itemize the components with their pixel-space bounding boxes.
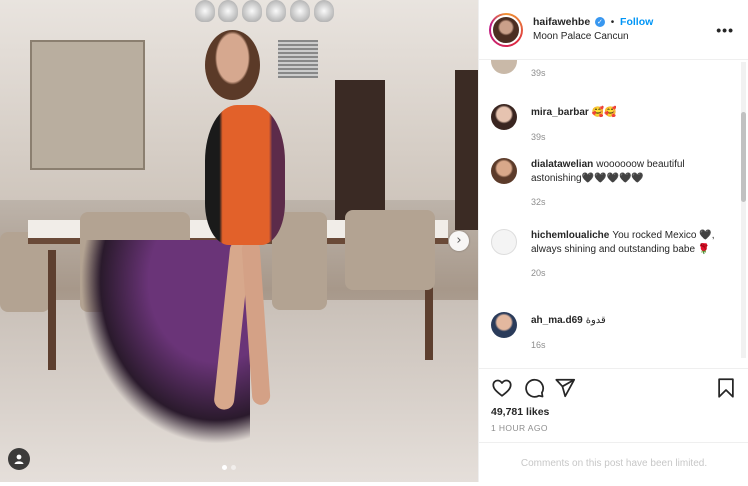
chandelier-light — [218, 0, 238, 22]
comment-body: 🥰🥰 — [591, 107, 617, 118]
bookmark-icon[interactable] — [715, 377, 737, 399]
post-actions: 49,781 likes 1 HOUR AGO Comments on this… — [479, 368, 748, 482]
chandelier-light — [266, 0, 286, 22]
avatar[interactable] — [491, 229, 517, 255]
list-item: mira_barbar 🥰🥰 39s — [491, 104, 731, 142]
carousel-indicator — [222, 465, 236, 470]
carousel-dot — [222, 465, 227, 470]
likes-count[interactable]: 49,781 likes — [491, 406, 549, 418]
comment-time: 16s — [531, 340, 546, 350]
comment-text: dialatawelian woooooow beautiful astonish… — [531, 158, 731, 186]
post-header: haifawehbe ✓ • Follow Moon Palace Cancun… — [479, 0, 748, 60]
author-avatar-ring[interactable] — [489, 12, 523, 47]
photo-door — [335, 80, 385, 220]
heart-icon[interactable] — [491, 377, 513, 399]
list-item: mirosabour✨✨✨ 39s — [491, 60, 731, 78]
chandelier-light — [314, 0, 334, 22]
comment-username[interactable]: hichemloualiche — [531, 230, 609, 241]
comment-text: mira_barbar 🥰🥰 — [531, 104, 731, 120]
post-photo[interactable]: › — [0, 0, 478, 482]
separator: • — [610, 17, 615, 28]
action-icons — [491, 377, 737, 399]
share-icon[interactable] — [554, 377, 576, 399]
avatar[interactable] — [491, 104, 517, 130]
comment-text: ah_ma.d69 قدوة — [531, 312, 731, 328]
post-sidebar: haifawehbe ✓ • Follow Moon Palace Cancun… — [478, 0, 748, 482]
comments-limited-notice: Comments on this post have been limited. — [479, 442, 748, 483]
verified-badge-icon: ✓ — [594, 17, 605, 28]
comment-time: 39s — [531, 68, 546, 78]
comment-icon[interactable] — [523, 377, 545, 399]
chandelier-light — [195, 0, 215, 22]
chandelier-light — [290, 0, 310, 22]
avatar[interactable] — [491, 60, 517, 74]
photo-cabinet — [30, 40, 145, 170]
comment-username[interactable]: mira_barbar — [531, 107, 589, 118]
table-leg — [48, 250, 56, 370]
follow-button[interactable]: Follow — [620, 16, 653, 28]
comments-list[interactable]: mirosabour✨✨✨ 39s mira_barbar🥰🥰 39s dial… — [479, 60, 741, 368]
photo-figure-dress — [205, 105, 285, 245]
post-location[interactable]: Moon Palace Cancun — [533, 30, 653, 44]
carousel-dot — [231, 465, 236, 470]
avatar[interactable] — [491, 312, 517, 338]
comment-text: hichemloualiche You rocked Mexico 🖤, alwa… — [531, 229, 731, 257]
comments-scrollbar[interactable] — [741, 62, 746, 358]
avatar[interactable] — [491, 158, 517, 184]
list-item: ah_ma.d69 قدوة 16s — [491, 312, 731, 350]
photo-figure-head — [205, 30, 260, 100]
photo-vent — [278, 40, 318, 78]
comment-username[interactable]: ah_ma.d69 — [531, 315, 583, 326]
post-timestamp[interactable]: 1 HOUR AGO — [491, 423, 548, 433]
photo-chair — [0, 232, 50, 312]
user-tag-icon[interactable] — [8, 448, 30, 470]
author-info: haifawehbe ✓ • Follow Moon Palace Cancun — [533, 15, 653, 44]
scrollbar-thumb[interactable] — [741, 112, 746, 202]
avatar — [491, 14, 521, 45]
more-options-icon[interactable]: ••• — [716, 22, 734, 38]
comment-time: 39s — [531, 132, 546, 142]
chevron-right-icon[interactable]: › — [449, 231, 469, 251]
list-item: hichemloualiche You rocked Mexico 🖤, alwa… — [491, 229, 731, 278]
photo-door — [455, 70, 478, 230]
comment-time: 32s — [531, 197, 546, 207]
photo-chair — [345, 210, 435, 290]
comment-time: 20s — [531, 268, 546, 278]
chandelier-light — [242, 0, 262, 22]
comment-username[interactable]: dialatawelian — [531, 159, 593, 170]
list-item: dialatawelian woooooow beautiful astonish… — [491, 158, 731, 207]
comment-text: mirosabour✨✨✨ — [531, 60, 731, 62]
author-username[interactable]: haifawehbe — [533, 16, 590, 28]
comment-body: قدوة — [585, 315, 606, 326]
